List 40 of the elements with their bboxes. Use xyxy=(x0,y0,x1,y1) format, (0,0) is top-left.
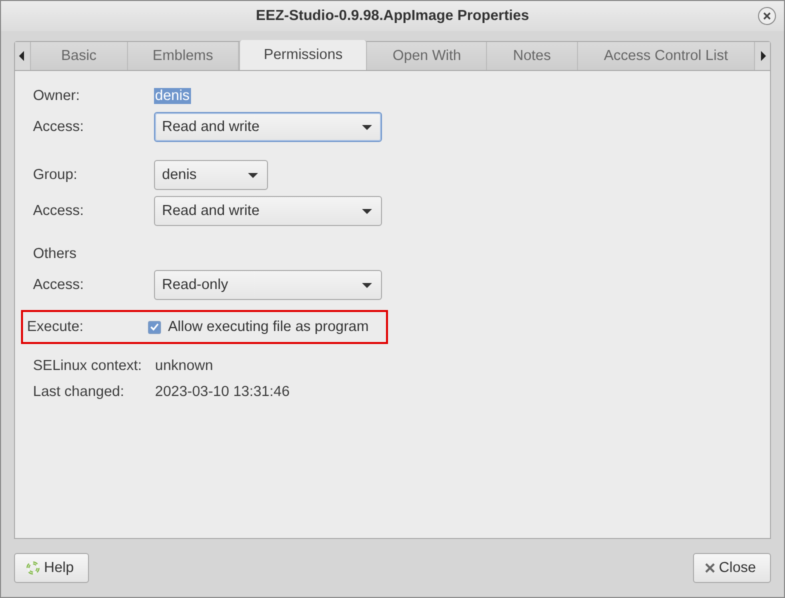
dropdown[interactable]: Read and write xyxy=(154,112,382,142)
dropdown[interactable]: denis xyxy=(154,160,268,190)
close-icon xyxy=(704,563,715,573)
tab[interactable]: Notes xyxy=(487,42,578,70)
field-value: unknown xyxy=(154,358,214,374)
field-value: denis xyxy=(154,88,191,104)
tab[interactable]: Emblems xyxy=(128,42,239,70)
tab[interactable]: Basic xyxy=(30,42,128,70)
close-button[interactable] xyxy=(758,7,776,25)
field-label: Owner: xyxy=(33,88,81,104)
field-label: SELinux context: xyxy=(33,358,143,374)
field-label: Execute: xyxy=(27,319,84,335)
checkbox-label: Allow executing file as program xyxy=(168,319,369,335)
tab[interactable]: Permissions xyxy=(238,40,368,70)
scroll-left-button[interactable] xyxy=(15,42,31,70)
tab[interactable]: Access Control List xyxy=(578,42,754,70)
field-label: Access: xyxy=(33,277,85,293)
scroll-right-button[interactable] xyxy=(754,42,770,70)
field-value: 2023-03-10 13:31:46 xyxy=(154,384,291,400)
dropdown[interactable]: Read and write xyxy=(154,196,382,226)
close-icon xyxy=(762,11,772,21)
caret-icon xyxy=(362,124,372,130)
field-label: Group: xyxy=(33,167,78,183)
caret-icon xyxy=(362,208,372,214)
field-label: Access: xyxy=(33,119,85,135)
left-arrow-icon xyxy=(19,51,26,61)
field-label: Access: xyxy=(33,203,85,219)
caret-icon xyxy=(362,282,372,288)
caret-icon xyxy=(248,172,258,178)
field-label: Last changed: xyxy=(33,384,126,400)
check-icon xyxy=(150,323,159,331)
right-arrow-icon xyxy=(760,51,766,61)
help-button[interactable]: Help xyxy=(14,553,89,583)
window-title: EEZ-Studio-0.9.98.AppImage Properties xyxy=(256,8,530,24)
lifebuoy-icon xyxy=(26,561,40,575)
checkbox[interactable] xyxy=(148,320,161,334)
close-button[interactable]: Close xyxy=(692,553,771,583)
section-heading: Others xyxy=(33,246,78,262)
tab[interactable]: Open With xyxy=(367,42,488,70)
dropdown[interactable]: Read-only xyxy=(154,270,382,300)
